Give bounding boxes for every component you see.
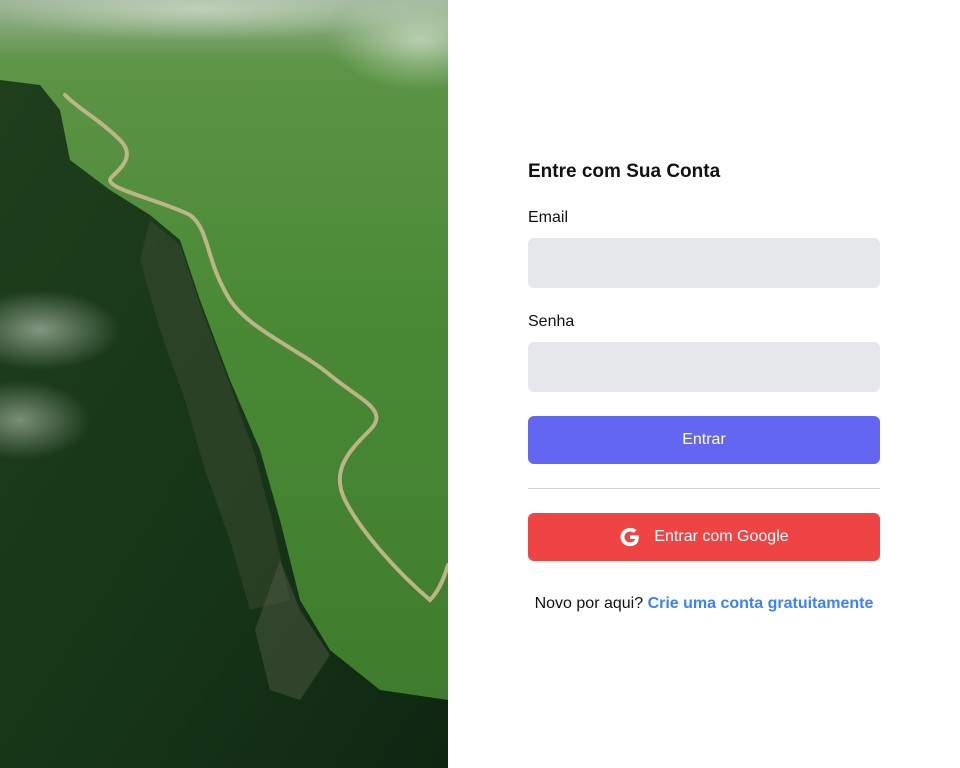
login-button[interactable]: Entrar <box>528 416 880 464</box>
google-login-button[interactable]: Entrar com Google <box>528 513 880 561</box>
senha-label: Senha <box>528 313 575 330</box>
google-icon <box>620 527 640 547</box>
email-field[interactable] <box>528 238 880 288</box>
form-title: Entre com Sua Conta <box>528 161 721 182</box>
login-button-label: Entrar <box>682 431 726 448</box>
divider <box>528 488 880 489</box>
password-field[interactable] <box>528 342 880 392</box>
signup-prompt-text: Novo por aqui? <box>534 595 644 612</box>
login-form: Entre com Sua Conta Email Senha Entrar E… <box>528 160 880 613</box>
google-login-button-label: Entrar com Google <box>654 528 789 545</box>
signup-link[interactable]: Crie uma conta gratuitamente <box>648 595 874 612</box>
hero-image <box>0 0 448 768</box>
landscape-illustration <box>0 0 448 768</box>
signup-prompt: Novo por aqui? Crie uma conta gratuitame… <box>528 595 880 613</box>
email-label: Email <box>528 209 569 226</box>
